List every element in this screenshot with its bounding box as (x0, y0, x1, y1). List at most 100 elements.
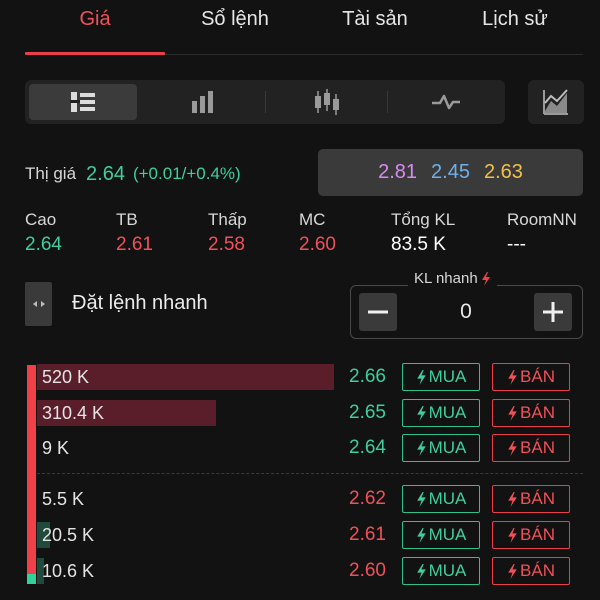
lightning-icon (508, 369, 517, 385)
stat-label: Thấp (208, 210, 247, 229)
plus-icon (543, 302, 563, 322)
level-price: 2.65 (349, 402, 386, 423)
stat-foreign-room: RoomNN --- (507, 210, 577, 256)
stat-value: 83.5 K (391, 234, 446, 255)
stat-value: 2.58 (208, 234, 245, 255)
line-chart-view-button[interactable] (391, 84, 501, 120)
level-price: 2.66 (349, 366, 386, 387)
order-book-separator (37, 473, 583, 474)
quick-sell-label: BÁN (520, 367, 555, 386)
reference-prices-box: 2.81 2.45 2.63 (318, 149, 583, 196)
order-book-icon (70, 92, 95, 112)
quick-sell-label: BÁN (520, 489, 555, 508)
market-price-row: Thị giá 2.64 (+0.01/+0.4%) (25, 160, 241, 188)
quick-buy-label: MUA (428, 403, 467, 422)
expand-arrows-icon (32, 301, 45, 307)
lightning-icon (416, 527, 426, 543)
level-volume: 10.6 K (42, 561, 95, 581)
lightning-icon (416, 491, 426, 507)
stat-high: Cao 2.64 (25, 210, 62, 256)
bar-chart-view-button[interactable] (147, 84, 259, 120)
lightning-icon (416, 369, 426, 385)
quick-quantity-label-text: KL nhanh (414, 270, 478, 287)
stat-value: 2.61 (116, 234, 153, 255)
quick-buy-button[interactable]: MUA (402, 434, 480, 462)
quick-buy-label: MUA (428, 561, 467, 580)
level-price: 2.60 (349, 560, 386, 581)
ceiling-price: 2.81 (378, 161, 418, 183)
quick-buy-label: MUA (428, 438, 467, 457)
lightning-icon (416, 405, 426, 421)
lightning-icon (481, 271, 490, 286)
tab-gia[interactable]: Giá (25, 8, 165, 34)
quick-sell-label: BÁN (520, 525, 555, 544)
toolbar-separator (387, 91, 388, 113)
quick-buy-button[interactable]: MUA (402, 363, 480, 391)
line-chart-icon (432, 94, 460, 110)
quick-sell-button[interactable]: BÁN (492, 434, 570, 462)
quick-sell-button[interactable]: BÁN (492, 485, 570, 513)
level-volume: 520 K (42, 367, 90, 387)
market-price-label: Thị giá (25, 164, 77, 183)
order-book-balance-bar (27, 574, 36, 584)
quick-buy-label: MUA (428, 525, 467, 544)
quick-sell-button[interactable]: BÁN (492, 521, 570, 549)
quick-buy-button[interactable]: MUA (402, 557, 480, 585)
quick-order-toggle[interactable] (25, 282, 52, 326)
quick-sell-button[interactable]: BÁN (492, 557, 570, 585)
lightning-icon (508, 491, 517, 507)
quick-buy-button[interactable]: MUA (402, 521, 480, 549)
tab-so-lenh[interactable]: Sổ lệnh (165, 8, 305, 34)
stat-value: 2.64 (25, 234, 62, 255)
lightning-icon (508, 405, 517, 421)
stat-label: TB (116, 210, 138, 229)
quick-sell-label: BÁN (520, 403, 555, 422)
tab-tai-san[interactable]: Tài sản (305, 8, 445, 34)
order-book-view-button[interactable] (29, 84, 137, 120)
stat-value: 2.60 (299, 234, 336, 255)
active-tab-indicator (25, 52, 165, 55)
floor-price: 2.45 (431, 161, 470, 183)
stat-label: RoomNN (507, 210, 577, 229)
lightning-icon (416, 563, 426, 579)
chart-expand-icon (543, 89, 568, 115)
candlestick-icon (315, 89, 339, 115)
quick-buy-button[interactable]: MUA (402, 399, 480, 427)
quantity-increase-button[interactable] (534, 293, 572, 331)
quick-sell-button[interactable]: BÁN (492, 363, 570, 391)
stat-last-match: MC 2.60 (299, 210, 336, 256)
level-volume: 9 K (42, 438, 70, 458)
market-price-value: 2.64 (86, 162, 125, 185)
lightning-icon (508, 563, 517, 579)
quick-sell-button[interactable]: BÁN (492, 399, 570, 427)
stat-low: Thấp 2.58 (208, 210, 247, 256)
level-volume: 20.5 K (42, 525, 95, 545)
lightning-icon (508, 440, 517, 456)
quantity-decrease-button[interactable] (359, 293, 397, 331)
stat-total-volume: Tổng KL 83.5 K (391, 210, 455, 256)
tab-lich-su[interactable]: Lịch sử (445, 8, 585, 34)
reference-price: 2.63 (483, 161, 523, 183)
level-volume: 310.4 K (42, 403, 105, 423)
minus-icon (368, 310, 388, 314)
level-price: 2.64 (349, 437, 386, 458)
quick-quantity-label: KL nhanh (408, 270, 497, 287)
toolbar-separator (265, 91, 266, 113)
level-price: 2.62 (349, 488, 386, 509)
quick-order-title: Đặt lệnh nhanh (72, 292, 208, 314)
chart-expand-button[interactable] (528, 80, 584, 124)
quick-buy-button[interactable]: MUA (402, 485, 480, 513)
stat-label: MC (299, 210, 326, 229)
stat-value: --- (507, 234, 526, 255)
stat-label: Tổng KL (391, 210, 456, 229)
level-volume: 5.5 K (42, 489, 85, 509)
stat-label: Cao (25, 210, 57, 229)
quick-quantity-value[interactable]: 0 (430, 300, 502, 324)
main-tabs: Giá Sổ lệnh Tài sản Lịch sử (0, 0, 600, 56)
level-price: 2.61 (349, 524, 386, 545)
stat-average: TB 2.61 (116, 210, 153, 256)
candlestick-view-button[interactable] (269, 84, 385, 120)
quick-buy-label: MUA (428, 367, 467, 386)
bar-chart-icon (192, 91, 213, 113)
lightning-icon (508, 527, 517, 543)
